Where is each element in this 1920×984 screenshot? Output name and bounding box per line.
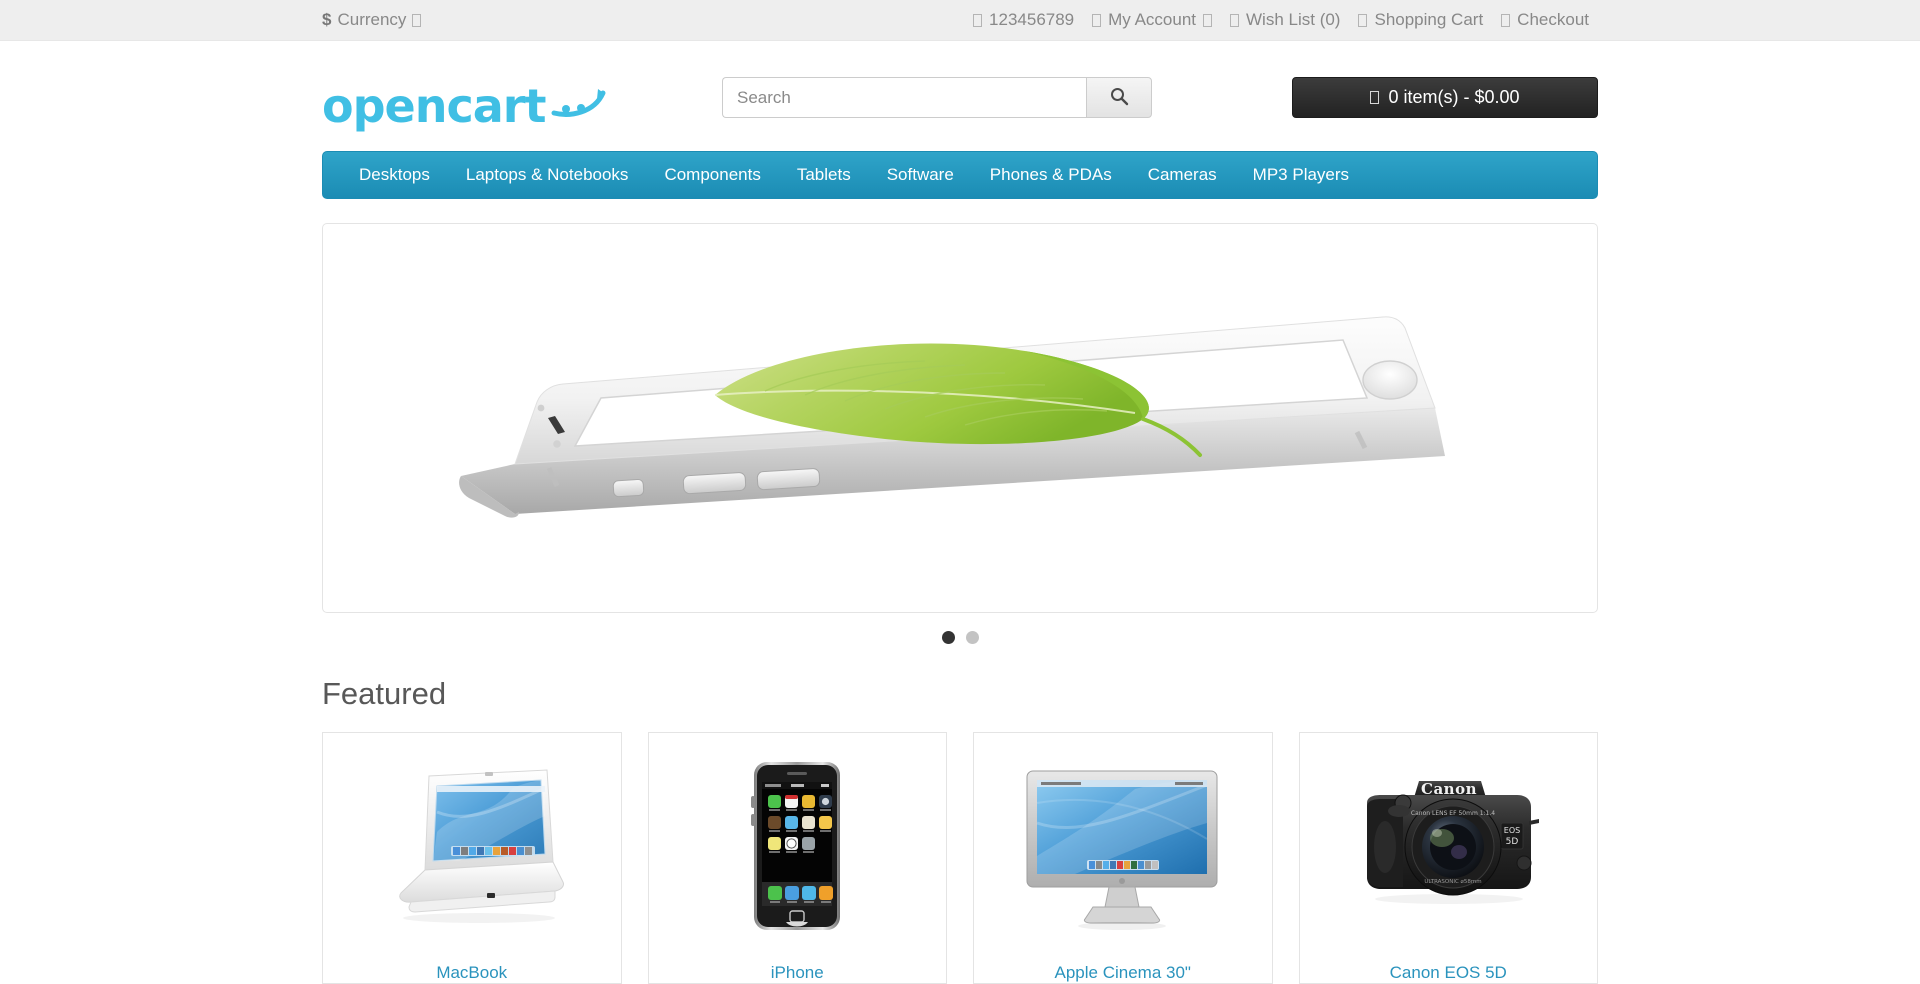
main-navigation: Desktops Laptops & Notebooks Components … [322, 151, 1598, 199]
iphone-image[interactable] [648, 733, 946, 959]
carousel-indicator-2[interactable] [965, 631, 979, 644]
currency-selector[interactable]: $ Currency [322, 10, 422, 30]
wish-list-label: Wish List (0) [1246, 10, 1341, 29]
search-icon [1110, 87, 1129, 109]
checkout-link[interactable]: Checkout [1492, 10, 1598, 30]
user-icon [1092, 13, 1102, 27]
nav-item-cameras[interactable]: Cameras [1130, 152, 1235, 198]
product-card-macbook[interactable]: MacBook [322, 732, 622, 984]
telephone-link[interactable]: 123456789 [964, 10, 1083, 30]
my-account-label: My Account [1108, 10, 1197, 29]
product-card-apple-cinema[interactable]: Apple Cinema 30" [973, 732, 1273, 984]
product-caption: Canon EOS 5D [1300, 959, 1598, 983]
svg-text:Canon: Canon [1421, 780, 1477, 798]
canon-eos-5d-image[interactable]: Canon EOS 5D Canon LENS EF 50mm 1:1.4 UL… [1299, 733, 1597, 959]
featured-product-list: MacBook iPhone Apple Cinema 30" Canon EO… [322, 732, 1598, 984]
search-button[interactable] [1086, 77, 1152, 118]
search-group [722, 77, 1152, 118]
product-card-iphone[interactable]: iPhone [647, 732, 947, 984]
page-title: Featured [322, 676, 447, 711]
chevron-down-icon [1203, 13, 1213, 27]
nav-item-mp3-players[interactable]: MP3 Players [1235, 152, 1367, 198]
product-caption: iPhone [649, 959, 947, 983]
shopping-cart-link[interactable]: Shopping Cart [1349, 10, 1492, 30]
product-title-apple-cinema[interactable]: Apple Cinema 30" [1055, 963, 1191, 982]
product-card-canon-eos-5d[interactable]: Canon EOS 5D Canon LENS EF 50mm 1:1.4 UL… [1298, 732, 1598, 984]
nav-item-components[interactable]: Components [646, 152, 778, 198]
product-caption: Apple Cinema 30" [974, 959, 1272, 983]
top-bar: $ Currency 123456789 My Account Wish Lis… [0, 0, 1920, 41]
svg-text:ULTRASONIC ⌀58mm: ULTRASONIC ⌀58mm [1424, 879, 1481, 885]
product-caption: MacBook [323, 959, 621, 983]
carousel-indicator-1[interactable] [941, 631, 955, 644]
nav-item-phones-pdas[interactable]: Phones & PDAs [972, 152, 1130, 198]
site-logo[interactable]: opencart [322, 83, 608, 129]
checkout-label: Checkout [1517, 10, 1589, 29]
currency-symbol: $ [322, 10, 332, 29]
nav-item-software[interactable]: Software [869, 152, 972, 198]
cart-swoosh-icon [550, 87, 608, 124]
apple-cinema-image[interactable] [974, 733, 1272, 959]
product-title-canon-eos-5d[interactable]: Canon EOS 5D [1390, 963, 1507, 982]
banner-carousel [322, 223, 1598, 644]
macbook-image[interactable] [323, 733, 621, 959]
carousel-indicators [322, 631, 1598, 644]
phone-icon [973, 13, 983, 27]
wish-list-link[interactable]: Wish List (0) [1221, 10, 1349, 30]
nav-item-laptops-notebooks[interactable]: Laptops & Notebooks [448, 152, 647, 198]
carousel-slide-active[interactable] [322, 223, 1598, 613]
logo-text: opencart [322, 79, 546, 133]
telephone-label: 123456789 [989, 10, 1075, 29]
product-title-macbook[interactable]: MacBook [436, 963, 507, 982]
site-header: opencart Search 0 item(s) - $0.00 [322, 41, 1598, 129]
chevron-down-icon [412, 13, 422, 27]
search-input[interactable] [722, 77, 1086, 118]
cart-icon [1358, 13, 1368, 27]
my-account-link[interactable]: My Account [1083, 10, 1221, 30]
share-icon [1501, 13, 1511, 27]
heart-icon [1230, 13, 1240, 27]
product-title-iphone[interactable]: iPhone [771, 963, 824, 982]
svg-text:5D: 5D [1505, 837, 1518, 847]
shopping-cart-label: Shopping Cart [1374, 10, 1484, 29]
nav-item-tablets[interactable]: Tablets [779, 152, 869, 198]
svg-text:Canon LENS EF 50mm 1:1.4: Canon LENS EF 50mm 1:1.4 [1411, 810, 1495, 817]
top-links: 123456789 My Account Wish List (0) Shopp… [964, 10, 1598, 30]
svg-text:EOS: EOS [1504, 826, 1520, 835]
cart-icon [1370, 91, 1380, 104]
cart-total-label: 0 item(s) - $0.00 [1388, 87, 1520, 107]
nav-item-desktops[interactable]: Desktops [341, 152, 448, 198]
cart-total-button[interactable]: 0 item(s) - $0.00 [1292, 77, 1598, 118]
currency-label: Currency [337, 10, 407, 29]
iphone6-banner-image [445, 288, 1475, 548]
